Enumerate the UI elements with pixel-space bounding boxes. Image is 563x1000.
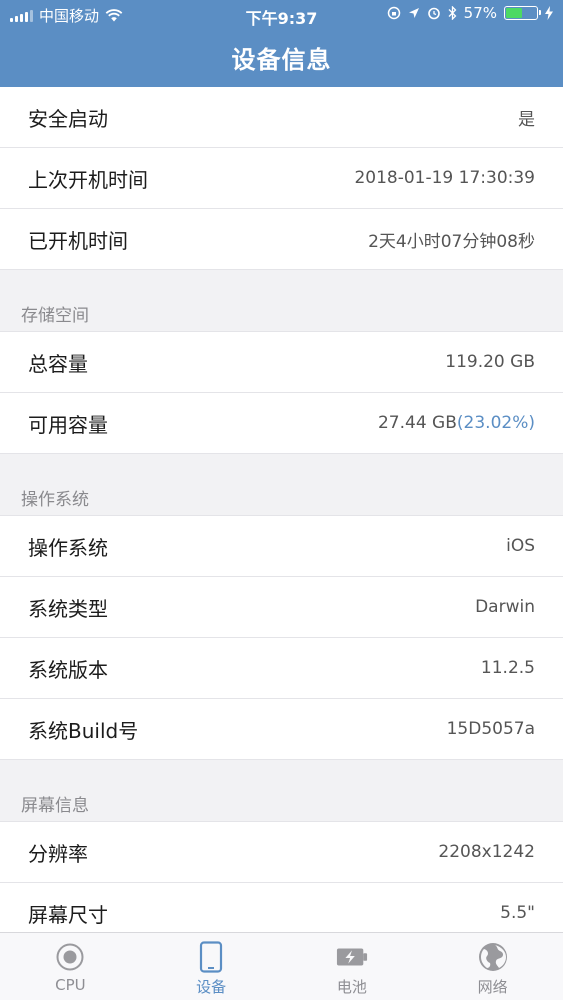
resolution-row: 分辨率 2208x1242 xyxy=(0,822,563,883)
os-type-label: 系统类型 xyxy=(28,596,108,621)
available-capacity-row: 可用容量 27.44 GB(23.02%) xyxy=(0,393,563,454)
tab-battery-label: 电池 xyxy=(336,978,367,996)
os-build-row: 系统Build号 15D5057a xyxy=(0,699,563,760)
os-build-label: 系统Build号 xyxy=(28,718,139,743)
screen-section-header: 屏幕信息 xyxy=(0,760,563,822)
os-section-header: 操作系统 xyxy=(0,454,563,516)
globe-icon xyxy=(477,941,509,973)
available-capacity-value-group: 27.44 GB(23.02%) xyxy=(378,413,535,433)
device-info-list[interactable]: 安全启动 是 上次开机时间 2018-01-19 17:30:39 已开机时间 … xyxy=(0,87,563,932)
screen-size-label: 屏幕尺寸 xyxy=(28,902,108,927)
secure-boot-label: 安全启动 xyxy=(28,106,108,131)
battery-icon xyxy=(504,6,541,20)
last-boot-time-value: 2018-01-19 17:30:39 xyxy=(354,168,535,188)
os-type-value: Darwin xyxy=(475,597,535,617)
os-version-value: 11.2.5 xyxy=(480,658,535,678)
alarm-icon xyxy=(427,7,440,20)
screen-rotation-lock-icon xyxy=(387,6,400,20)
resolution-value: 2208x1242 xyxy=(438,842,535,862)
total-capacity-row: 总容量 119.20 GB xyxy=(0,332,563,393)
bluetooth-icon xyxy=(448,6,457,20)
status-right: 57% xyxy=(387,4,553,22)
resolution-label: 分辨率 xyxy=(28,841,88,866)
os-name-value: iOS xyxy=(506,536,535,556)
screen-size-value: 5.5" xyxy=(500,903,535,923)
tab-network-label: 网络 xyxy=(477,978,508,996)
os-name-row: 操作系统 iOS xyxy=(0,516,563,577)
total-capacity-label: 总容量 xyxy=(28,351,88,376)
tab-battery[interactable]: 电池 xyxy=(282,933,423,1000)
available-capacity-label: 可用容量 xyxy=(28,412,108,437)
tab-cpu-label: CPU xyxy=(55,976,86,994)
last-boot-time-row: 上次开机时间 2018-01-19 17:30:39 xyxy=(0,148,563,209)
location-icon xyxy=(408,8,419,18)
tab-network[interactable]: 网络 xyxy=(422,933,563,1000)
storage-section-header: 存储空间 xyxy=(0,270,563,332)
os-type-row: 系统类型 Darwin xyxy=(0,577,563,638)
uptime-row: 已开机时间 2天4小时07分钟08秒 xyxy=(0,209,563,270)
secure-boot-value: 是 xyxy=(518,109,535,130)
available-capacity-value: 27.44 GB xyxy=(377,413,457,433)
uptime-value: 2天4小时07分钟08秒 xyxy=(368,231,535,252)
page-title: 设备信息 xyxy=(231,46,332,74)
battery-level-fill xyxy=(506,8,523,18)
os-version-label: 系统版本 xyxy=(28,657,108,682)
total-capacity-value: 119.20 GB xyxy=(445,352,535,372)
last-boot-time-label: 上次开机时间 xyxy=(28,167,148,192)
status-bar: 中国移动 下午9:37 57% xyxy=(0,0,563,30)
tab-cpu[interactable]: CPU xyxy=(0,933,141,1000)
cpu-icon xyxy=(54,941,86,973)
app-header: 中国移动 下午9:37 57% 设备信息 xyxy=(0,0,563,87)
battery-charging-icon xyxy=(336,941,368,973)
secure-boot-row: 安全启动 是 xyxy=(0,87,563,148)
os-build-value: 15D5057a xyxy=(446,719,535,739)
tab-device[interactable]: 设备 xyxy=(141,933,282,1000)
battery-percent: 57% xyxy=(463,4,497,22)
available-capacity-percent: (23.02%) xyxy=(456,413,535,433)
tab-device-label: 设备 xyxy=(196,978,227,996)
tab-bar: CPU 设备 电池 网络 xyxy=(0,932,563,1000)
screen-size-row: 屏幕尺寸 5.5" xyxy=(0,883,563,932)
os-version-row: 系统版本 11.2.5 xyxy=(0,638,563,699)
os-name-label: 操作系统 xyxy=(28,535,108,560)
device-icon xyxy=(195,941,227,973)
uptime-label: 已开机时间 xyxy=(28,228,128,253)
charging-bolt-icon xyxy=(545,6,553,20)
